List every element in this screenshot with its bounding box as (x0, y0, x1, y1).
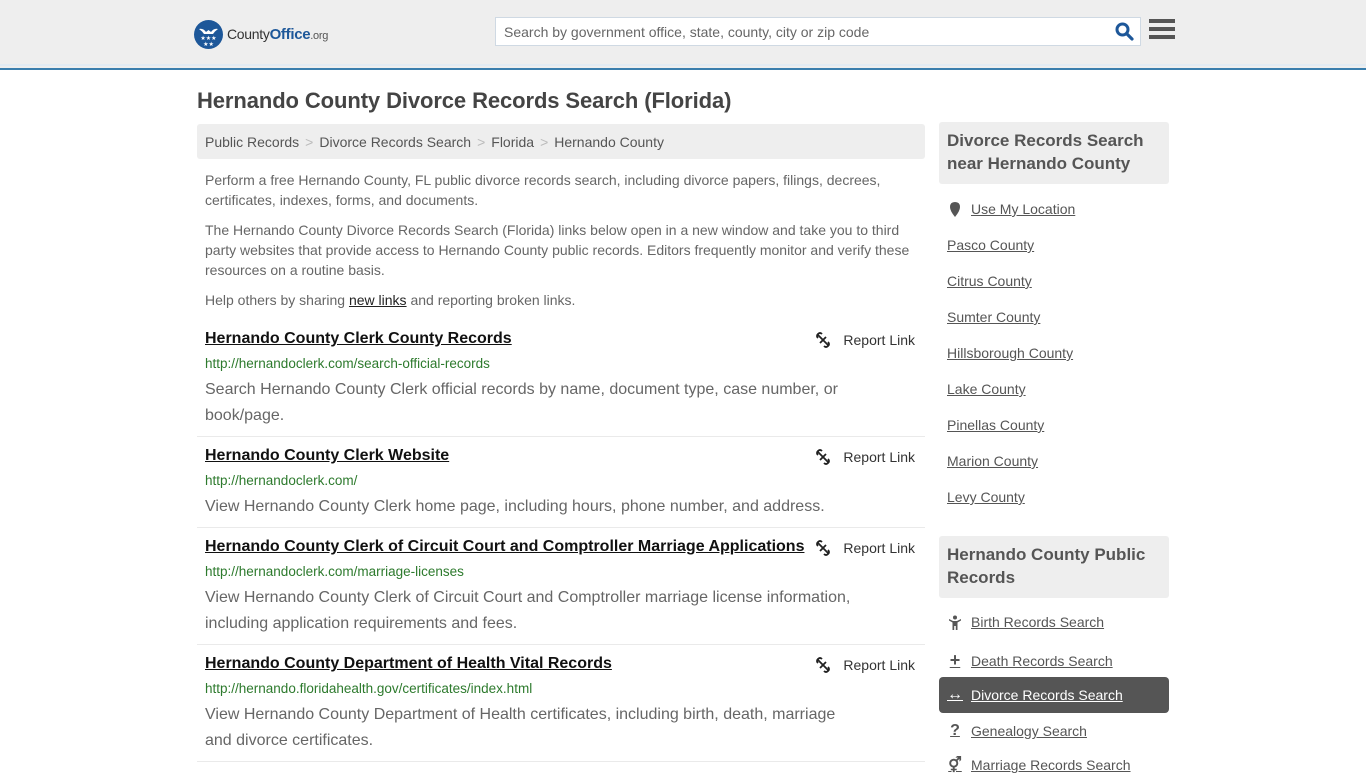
listing-title-link[interactable]: Hernando County Clerk Website (205, 447, 449, 465)
share-links-paragraph: Help others by sharing new links and rep… (205, 292, 576, 308)
disclaimer-paragraph: The Hernando County Divorce Records Sear… (205, 222, 910, 278)
breadcrumb-separator: > (305, 134, 314, 150)
listing-url[interactable]: http://hernandoclerk.com/search-official… (205, 356, 490, 371)
question-icon: ? (950, 722, 960, 739)
breadcrumb-separator: > (540, 134, 549, 150)
breadcrumb-florida[interactable]: Florida (491, 134, 534, 150)
broken-link-icon (816, 449, 831, 465)
page-title: Hernando County Divorce Records Search (… (197, 88, 732, 113)
broken-link-icon (816, 332, 831, 348)
child-icon (947, 615, 963, 630)
sidebar-item-birth-records[interactable]: Birth Records Search (947, 614, 1104, 630)
map-marker-icon (947, 201, 963, 217)
intro-paragraph: Perform a free Hernando County, FL publi… (205, 172, 881, 208)
listing-title-link[interactable]: Hernando County Clerk of Circuit Court a… (205, 538, 804, 556)
listing-title-link[interactable]: Hernando County Clerk County Records (205, 330, 512, 348)
site-search (495, 17, 1141, 46)
listing-description: View Hernando County Clerk of Circuit Co… (205, 589, 851, 632)
breadcrumb: Public Records > Divorce Records Search > Fl… (197, 124, 925, 159)
report-link-button[interactable]: Report Link (815, 540, 915, 556)
public-records-heading: Hernando County Public Records (939, 536, 1169, 598)
listing-url[interactable]: http://hernandoclerk.com/ (205, 473, 357, 488)
hamburger-menu-icon[interactable] (1149, 19, 1175, 42)
listing-url[interactable]: http://hernandoclerk.com/marriage-licens… (205, 564, 464, 579)
nearby-county-link[interactable]: Sumter County (947, 309, 1040, 325)
arrows-horizontal-icon: ↔ (947, 686, 963, 703)
listing-description: View Hernando County Department of Healt… (205, 706, 836, 749)
nearby-county-link[interactable]: Levy County (947, 489, 1025, 505)
sidebar-item-death-records[interactable]: + Death Records Search (947, 650, 1113, 671)
site-logo[interactable]: ★★★ ★★ CountyOffice.org (194, 20, 328, 49)
search-button[interactable] (1108, 18, 1140, 45)
svg-text:★★: ★★ (203, 41, 214, 48)
report-link-button[interactable]: Report Link (815, 449, 915, 465)
plus-icon: + (949, 650, 961, 670)
nearby-heading: Divorce Records Search near Hernando Cou… (939, 122, 1169, 184)
listing-item: Hernando County Clerk Website Report Lin… (197, 447, 925, 528)
nearby-county-link[interactable]: Pinellas County (947, 417, 1044, 433)
use-my-location-link[interactable]: Use My Location (947, 201, 1075, 217)
nearby-county-link[interactable]: Lake County (947, 381, 1026, 397)
sidebar-item-genealogy[interactable]: ? Genealogy Search (947, 722, 1087, 740)
listing-description: View Hernando County Clerk home page, in… (205, 498, 825, 515)
breadcrumb-separator: > (477, 134, 486, 150)
listing-item: Hernando County Clerk of Circuit Court a… (197, 538, 925, 645)
report-link-button[interactable]: Report Link (815, 332, 915, 348)
breadcrumb-public-records[interactable]: Public Records (205, 134, 299, 150)
broken-link-icon (816, 657, 831, 673)
nearby-county-link[interactable]: Hillsborough County (947, 345, 1073, 361)
sidebar-item-divorce-records[interactable]: ↔ Divorce Records Search (939, 677, 1169, 713)
report-link-button[interactable]: Report Link (815, 657, 915, 673)
search-icon (1115, 22, 1134, 41)
broken-link-icon (816, 540, 831, 556)
breadcrumb-hernando-county[interactable]: Hernando County (554, 134, 664, 150)
new-links-link[interactable]: new links (349, 292, 407, 308)
sidebar-item-marriage-records[interactable]: ⚥ Marriage Records Search (947, 756, 1130, 774)
listing-title-link[interactable]: Hernando County Department of Health Vit… (205, 655, 612, 673)
nearby-county-link[interactable]: Pasco County (947, 237, 1034, 253)
listing-item: Hernando County Department of Health Vit… (197, 655, 925, 762)
eagle-stars-logo-icon: ★★★ ★★ (194, 20, 223, 49)
gender-symbols-icon: ⚥ (948, 757, 962, 774)
nearby-county-link[interactable]: Citrus County (947, 273, 1032, 289)
search-input[interactable] (496, 18, 1108, 45)
svg-text:★★★: ★★★ (200, 35, 216, 42)
breadcrumb-divorce-records-search[interactable]: Divorce Records Search (319, 134, 471, 150)
nearby-county-link[interactable]: Marion County (947, 453, 1038, 469)
listing-url[interactable]: http://hernando.floridahealth.gov/certif… (205, 681, 532, 696)
logo-wordmark: CountyOffice.org (227, 26, 329, 43)
listing-item: Hernando County Clerk County Records Rep… (197, 330, 925, 437)
listing-description: Search Hernando County Clerk official re… (205, 381, 838, 424)
site-header: ★★★ ★★ CountyOffice.org (0, 0, 1366, 70)
